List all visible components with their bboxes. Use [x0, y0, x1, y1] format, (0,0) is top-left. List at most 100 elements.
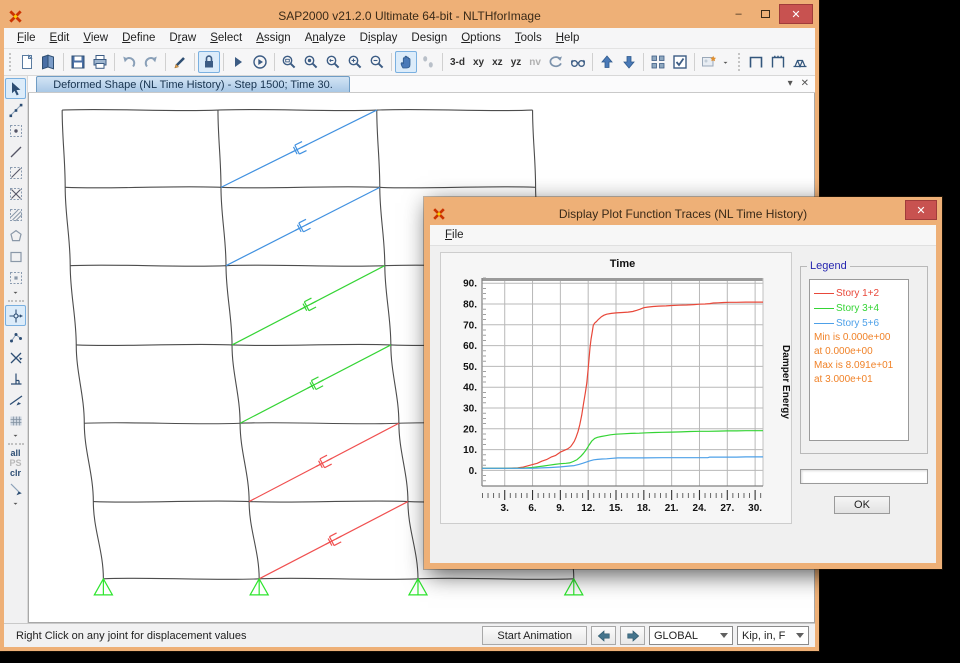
select-pointer-button[interactable]	[5, 78, 26, 99]
dropdown-caret-button[interactable]	[5, 288, 26, 297]
new-file-button[interactable]	[16, 51, 38, 73]
quick-draw-braces-button[interactable]	[5, 183, 26, 204]
zoom-in-button[interactable]	[344, 51, 366, 73]
run-all-button[interactable]	[249, 51, 271, 73]
quick-draw-area-button[interactable]	[5, 267, 26, 288]
menu-item-design[interactable]: Design	[404, 30, 454, 46]
draw-rect-area-button[interactable]	[5, 246, 26, 267]
menu-item-select[interactable]: Select	[203, 30, 249, 46]
print-button[interactable]	[89, 51, 111, 73]
step-forward-button[interactable]	[620, 626, 645, 645]
reshape-object-button[interactable]	[5, 99, 26, 120]
frame-truss-button[interactable]	[789, 51, 811, 73]
quick-draw-secondary-icon	[8, 207, 24, 223]
view-yz-button[interactable]: yz	[507, 54, 526, 71]
view-xz-button[interactable]: xz	[488, 54, 507, 71]
svg-text:50.: 50.	[463, 362, 477, 373]
zoom-window-button[interactable]	[278, 51, 300, 73]
menu-item-analyze[interactable]: Analyze	[298, 30, 353, 46]
view-xy-button[interactable]: xy	[469, 54, 488, 71]
svg-text:9.: 9.	[556, 503, 565, 514]
pan-button[interactable]	[395, 51, 417, 73]
maximize-button[interactable]	[752, 4, 779, 24]
menu-item-tools[interactable]: Tools	[508, 30, 549, 46]
menu-item-file[interactable]: File	[10, 30, 43, 46]
view-dropdown-icon[interactable]: ▾	[788, 78, 793, 89]
snap-grid-button[interactable]	[5, 410, 26, 431]
snap-endpoints-button[interactable]	[5, 326, 26, 347]
menu-item-draw[interactable]: Draw	[162, 30, 203, 46]
zoom-previous-button[interactable]	[322, 51, 344, 73]
display-options-button[interactable]	[669, 51, 691, 73]
svg-text:80.: 80.	[463, 300, 477, 311]
move-joint-button[interactable]	[5, 305, 26, 326]
previous-selection-button[interactable]: PS	[9, 458, 21, 468]
redo-icon	[143, 54, 159, 70]
shrink-objects-button[interactable]	[647, 51, 669, 73]
open-file-button[interactable]	[38, 51, 60, 73]
quick-draw-secondary-button[interactable]	[5, 204, 26, 225]
deformed-shape-tab[interactable]: Deformed Shape (NL Time History) - Step …	[36, 76, 350, 92]
move-up-list-button[interactable]	[596, 51, 618, 73]
coordinate-system-select[interactable]: GLOBAL	[649, 626, 733, 645]
menu-item-options[interactable]: Options	[454, 30, 508, 46]
draw-frame-button[interactable]	[5, 141, 26, 162]
menu-item-display[interactable]: Display	[353, 30, 405, 46]
menu-item-define[interactable]: Define	[115, 30, 162, 46]
invert-selection-button[interactable]	[5, 478, 26, 499]
dropdown-caret-button[interactable]	[5, 499, 26, 508]
units-select[interactable]: Kip, in, F	[737, 626, 809, 645]
step-back-button[interactable]	[591, 626, 616, 645]
assign-display-button[interactable]	[698, 51, 720, 73]
dialog-titlebar[interactable]: Display Plot Function Traces (NL Time Hi…	[430, 203, 936, 225]
perspective-glasses-button[interactable]	[567, 51, 589, 73]
zoom-out-button[interactable]	[366, 51, 388, 73]
draw-poly-area-button[interactable]	[5, 225, 26, 246]
frame-truss-icon	[792, 54, 808, 70]
frame-portal-button[interactable]	[745, 51, 767, 73]
save-button[interactable]	[67, 51, 89, 73]
legend-minmax-note: Max is 8.091e+01	[814, 359, 906, 373]
view-3d-button[interactable]: 3-d	[446, 54, 469, 71]
clear-selection-button[interactable]: clr	[10, 468, 21, 478]
draw-pencil-button[interactable]	[169, 51, 191, 73]
run-analysis-button[interactable]	[227, 51, 249, 73]
redo-button[interactable]	[140, 51, 162, 73]
snap-lines-button[interactable]	[5, 389, 26, 410]
dialog-menu-file[interactable]: File	[438, 227, 471, 243]
start-animation-button[interactable]: Start Animation	[482, 626, 587, 645]
walkthrough-button[interactable]	[417, 51, 439, 73]
toolbar-drag-handle	[738, 53, 742, 71]
lock-button[interactable]	[198, 51, 220, 73]
dropdown-caret-button[interactable]	[720, 51, 731, 73]
damper-energy-chart: 3.6.9.12.15.18.21.24.27.30.0.10.20.30.40…	[441, 253, 791, 523]
svg-text:12.: 12.	[581, 503, 595, 514]
draw-poly-area-icon	[8, 228, 24, 244]
ok-button[interactable]: OK	[834, 496, 890, 514]
close-button[interactable]: ✕	[779, 4, 813, 24]
menu-item-assign[interactable]: Assign	[249, 30, 298, 46]
snap-intersections-button[interactable]	[5, 347, 26, 368]
dropdown-caret-button[interactable]	[5, 431, 26, 440]
undo-button[interactable]	[118, 51, 140, 73]
chevron-down-icon	[796, 633, 804, 642]
select-all-button[interactable]: all	[10, 448, 20, 458]
svg-text:21.: 21.	[665, 503, 679, 514]
quick-draw-frame-button[interactable]	[5, 162, 26, 183]
trace-value-field[interactable]	[800, 469, 928, 484]
draw-joint-button[interactable]	[5, 120, 26, 141]
menu-item-edit[interactable]: Edit	[43, 30, 77, 46]
walkthrough-icon	[420, 54, 436, 70]
minimize-button[interactable]: –	[725, 4, 752, 24]
rotate-view-button[interactable]	[545, 51, 567, 73]
view-nv-button[interactable]: nv	[525, 54, 545, 71]
menu-item-view[interactable]: View	[76, 30, 115, 46]
dialog-close-button[interactable]: ✕	[905, 200, 937, 220]
view-close-icon[interactable]: ✕	[801, 78, 809, 89]
frame-braced-button[interactable]	[767, 51, 789, 73]
menu-item-help[interactable]: Help	[549, 30, 587, 46]
zoom-full-button[interactable]	[300, 51, 322, 73]
snap-perpendicular-button[interactable]	[5, 368, 26, 389]
move-down-list-button[interactable]	[618, 51, 640, 73]
main-titlebar[interactable]: SAP2000 v21.2.0 Ultimate 64-bit - NLTHfo…	[4, 4, 815, 28]
